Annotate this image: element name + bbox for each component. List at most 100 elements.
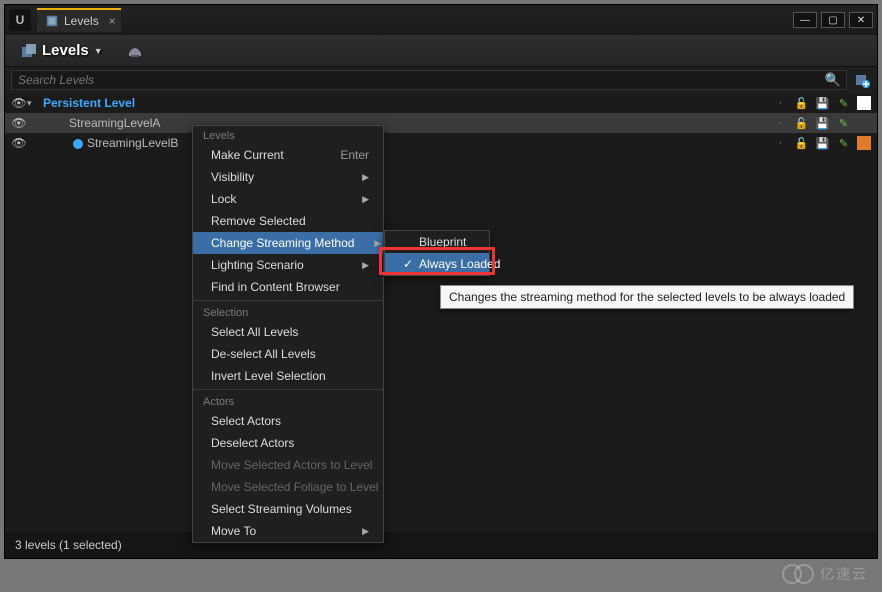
level-row-persistent[interactable]: 👁 ▾ Persistent Level · 🔓 💾 ✎ xyxy=(5,93,877,113)
menu-item-label: Lock xyxy=(211,192,236,206)
context-section-selection: Selection xyxy=(193,303,383,321)
menu-item-select-actors[interactable]: Select Actors xyxy=(193,410,383,432)
streaming-dot-icon xyxy=(73,139,83,149)
lock-icon[interactable]: 🔓 xyxy=(794,116,809,131)
menu-divider xyxy=(193,300,383,301)
submenu-arrow-icon: ▶ xyxy=(362,194,369,205)
menu-item-select-streaming-volumes[interactable]: Select Streaming Volumes xyxy=(193,498,383,520)
kismet-icon[interactable]: ✎ xyxy=(836,116,851,131)
helmet-icon xyxy=(127,43,143,59)
color-swatch[interactable] xyxy=(857,96,871,110)
menu-item-invert-selection[interactable]: Invert Level Selection xyxy=(193,365,383,387)
menu-item-label: Select All Levels xyxy=(211,325,298,339)
add-level-icon xyxy=(854,72,870,88)
status-bar: 3 levels (1 selected) xyxy=(5,532,877,558)
menu-item-shortcut: Enter xyxy=(340,148,369,162)
levels-dropdown-button[interactable]: Levels ▼ xyxy=(13,38,111,63)
visibility-eye-icon[interactable]: 👁 xyxy=(11,136,27,150)
menu-item-find-in-content-browser[interactable]: Find in Content Browser xyxy=(193,276,383,298)
visibility-eye-icon[interactable]: 👁 xyxy=(11,116,27,130)
submenu-arrow-icon: ▶ xyxy=(362,526,369,537)
unreal-logo-icon: U xyxy=(9,9,31,31)
level-name: StreamingLevelA xyxy=(41,116,773,130)
submenu-item-blueprint[interactable]: Blueprint xyxy=(385,231,489,253)
levels-dropdown-label: Levels xyxy=(42,42,89,59)
minimize-button[interactable]: — xyxy=(793,12,817,28)
color-swatch[interactable] xyxy=(857,116,871,130)
submenu-item-always-loaded[interactable]: ✓ Always Loaded xyxy=(385,253,489,275)
menu-item-lock[interactable]: Lock ▶ xyxy=(193,188,383,210)
window-tab-levels[interactable]: Levels × xyxy=(37,8,121,32)
menu-item-remove-selected[interactable]: Remove Selected xyxy=(193,210,383,232)
row-right-icons: · 🔓 💾 ✎ xyxy=(773,116,871,131)
menu-item-deselect-all-levels[interactable]: De-select All Levels xyxy=(193,343,383,365)
menu-item-move-to[interactable]: Move To ▶ xyxy=(193,520,383,542)
maximize-button[interactable]: ▢ xyxy=(821,12,845,28)
level-row-streaming-b[interactable]: 👁 StreamingLevelB · 🔓 💾 ✎ xyxy=(5,133,877,153)
world-settings-button[interactable] xyxy=(123,39,147,63)
save-icon[interactable]: 💾 xyxy=(815,116,830,131)
menu-item-label: Change Streaming Method xyxy=(211,236,354,250)
window-controls: — ▢ ✕ xyxy=(793,12,873,28)
menu-item-label: Invert Level Selection xyxy=(211,369,326,383)
kismet-icon[interactable]: ✎ xyxy=(836,96,851,111)
menu-item-move-actors-to-level: Move Selected Actors to Level xyxy=(193,454,383,476)
menu-item-label: Move Selected Foliage to Level xyxy=(211,480,378,494)
levels-tab-icon xyxy=(45,14,59,28)
watermark-text: 亿速云 xyxy=(820,564,868,584)
level-row-streaming-a[interactable]: 👁 StreamingLevelA · 🔓 💾 ✎ xyxy=(5,113,877,133)
menu-item-label: Deselect Actors xyxy=(211,436,294,450)
search-box[interactable]: 🔍 xyxy=(11,70,847,90)
menu-item-label: Lighting Scenario xyxy=(211,258,304,272)
tab-close-icon[interactable]: × xyxy=(109,14,116,28)
lock-icon[interactable]: 🔓 xyxy=(794,96,809,111)
search-input[interactable] xyxy=(12,73,820,87)
submenu-item-label: Always Loaded xyxy=(419,257,500,271)
expand-triangle-icon[interactable]: ▾ xyxy=(27,98,41,109)
dirty-dot-icon: · xyxy=(773,116,788,131)
watermark: 亿速云 xyxy=(782,564,868,584)
menu-item-label: De-select All Levels xyxy=(211,347,316,361)
window-tab-label: Levels xyxy=(64,14,99,28)
submenu-arrow-icon: ▶ xyxy=(374,238,381,249)
menu-divider xyxy=(193,389,383,390)
levels-list: 👁 ▾ Persistent Level · 🔓 💾 ✎ 👁 Streaming… xyxy=(5,93,877,553)
level-name: StreamingLevelB xyxy=(41,136,773,150)
search-row: 🔍 xyxy=(5,67,877,93)
menu-item-move-foliage-to-level: Move Selected Foliage to Level xyxy=(193,476,383,498)
menu-item-deselect-actors[interactable]: Deselect Actors xyxy=(193,432,383,454)
menu-item-label: Move To xyxy=(211,524,256,538)
row-right-icons: · 🔓 💾 ✎ xyxy=(773,136,871,151)
menu-item-label: Move Selected Actors to Level xyxy=(211,458,372,472)
level-context-menu: Levels Make Current Enter Visibility ▶ L… xyxy=(192,125,384,543)
menu-item-make-current[interactable]: Make Current Enter xyxy=(193,144,383,166)
save-icon[interactable]: 💾 xyxy=(815,96,830,111)
context-section-actors: Actors xyxy=(193,392,383,410)
menu-item-select-all-levels[interactable]: Select All Levels xyxy=(193,321,383,343)
visibility-eye-icon[interactable]: 👁 xyxy=(11,96,27,110)
kismet-icon[interactable]: ✎ xyxy=(836,136,851,151)
check-icon: ✓ xyxy=(403,257,413,271)
color-swatch[interactable] xyxy=(857,136,871,150)
levels-icon xyxy=(21,43,37,59)
context-section-levels: Levels xyxy=(193,126,383,144)
add-level-button[interactable] xyxy=(853,71,871,89)
menu-item-visibility[interactable]: Visibility ▶ xyxy=(193,166,383,188)
status-text: 3 levels (1 selected) xyxy=(15,538,122,552)
menu-item-change-streaming-method[interactable]: Change Streaming Method ▶ xyxy=(193,232,383,254)
watermark-logo-icon xyxy=(794,564,814,584)
row-right-icons: · 🔓 💾 ✎ xyxy=(773,96,871,111)
menu-item-lighting-scenario[interactable]: Lighting Scenario ▶ xyxy=(193,254,383,276)
streaming-method-submenu: Blueprint ✓ Always Loaded xyxy=(384,230,490,276)
level-name: Persistent Level xyxy=(41,96,773,110)
dirty-dot-icon: · xyxy=(773,96,788,111)
menu-item-label: Make Current xyxy=(211,148,284,162)
menu-item-label: Find in Content Browser xyxy=(211,280,340,294)
menu-item-label: Remove Selected xyxy=(211,214,306,228)
save-icon[interactable]: 💾 xyxy=(815,136,830,151)
toolbar: Levels ▼ xyxy=(5,35,877,67)
close-button[interactable]: ✕ xyxy=(849,12,873,28)
search-icon[interactable]: 🔍 xyxy=(820,72,846,88)
dirty-dot-icon: · xyxy=(773,136,788,151)
lock-icon[interactable]: 🔓 xyxy=(794,136,809,151)
